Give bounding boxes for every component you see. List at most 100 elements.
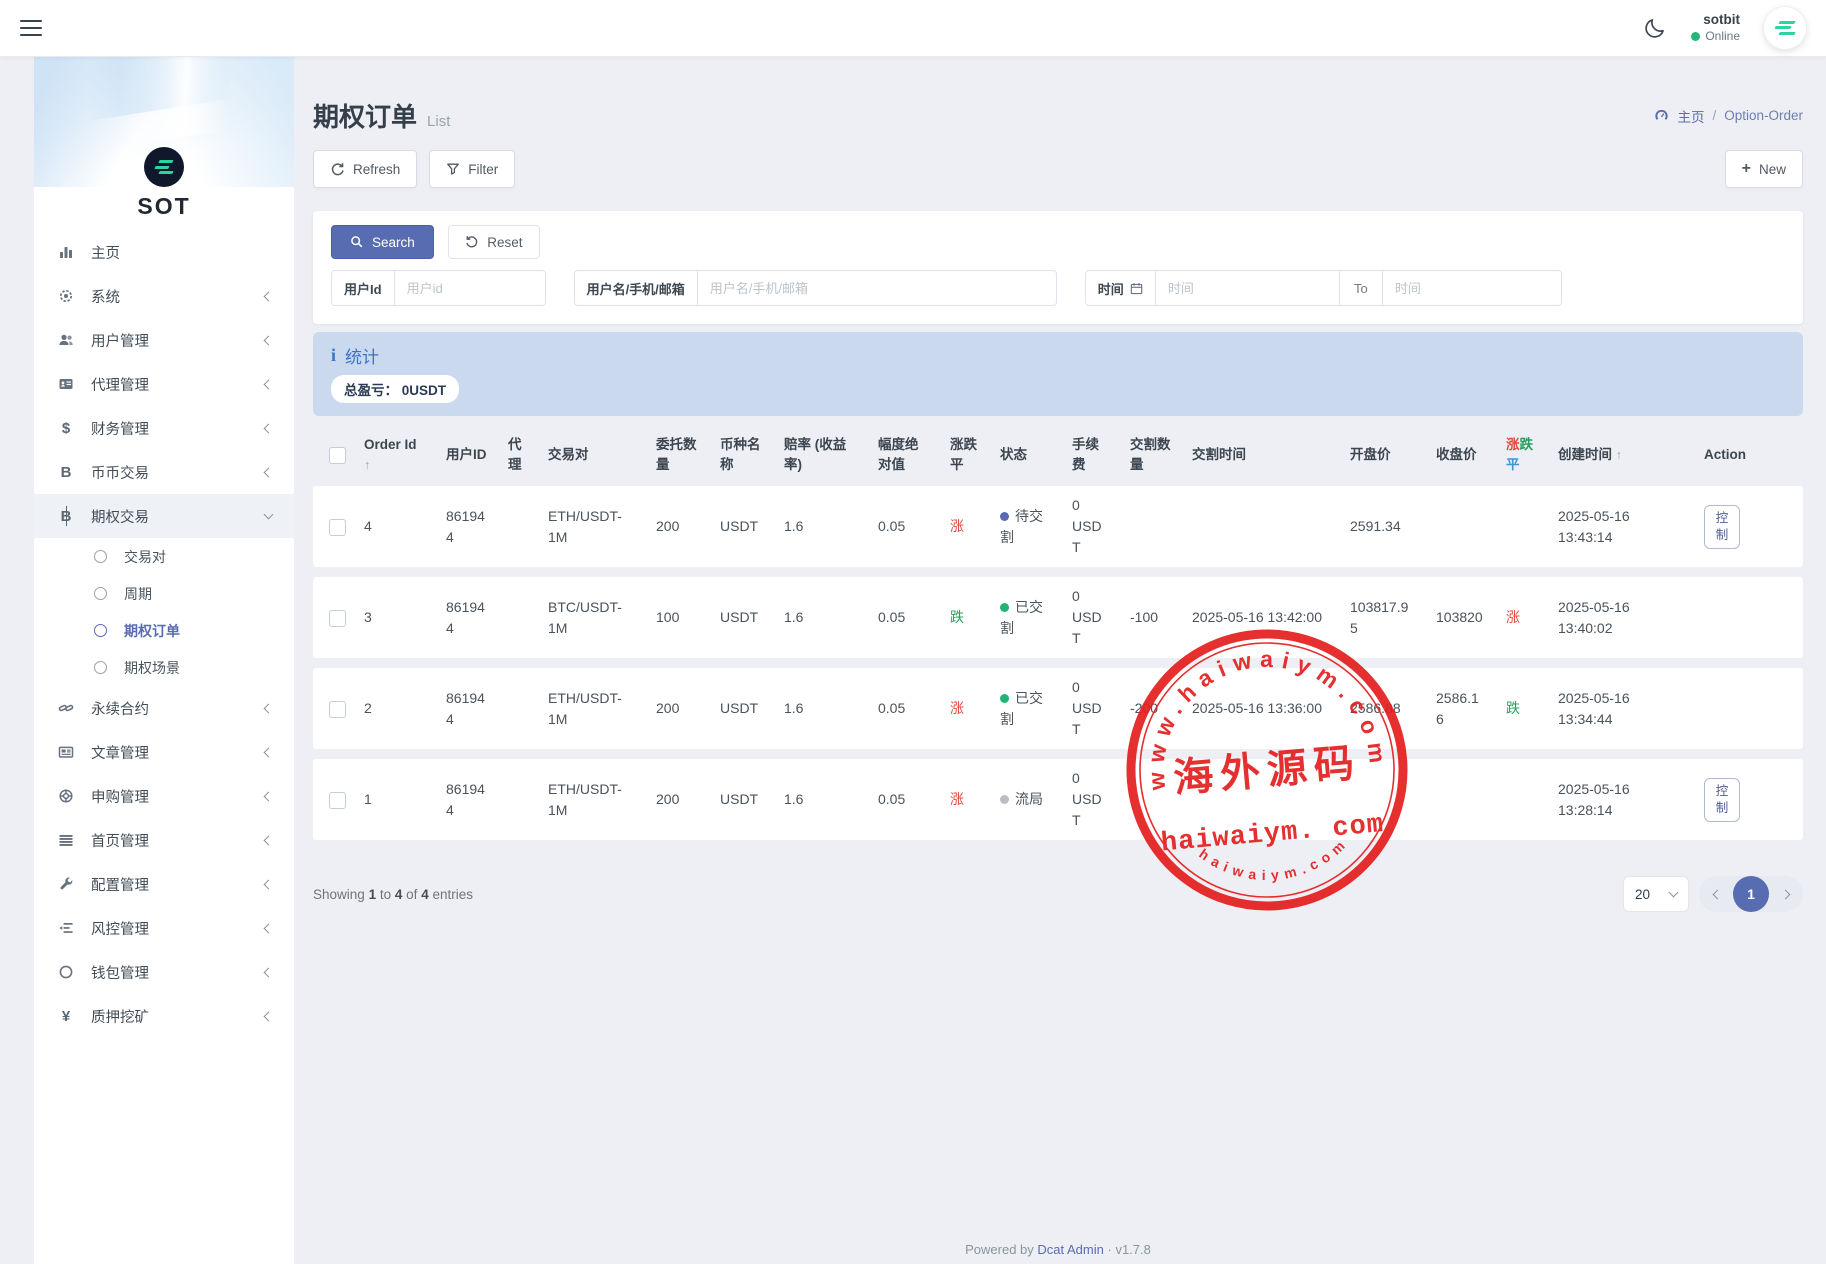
avatar[interactable] bbox=[1764, 7, 1806, 49]
header-direction: 涨跌平 bbox=[940, 433, 990, 476]
sidebar-item-option-trade[interactable]: B 期权交易 bbox=[34, 494, 294, 538]
odds-cell: 1.6 bbox=[774, 759, 868, 840]
header-created-at[interactable]: 创建时间 ↑ bbox=[1548, 433, 1694, 476]
chevron-down-icon bbox=[1669, 888, 1679, 898]
control-button[interactable]: 控制 bbox=[1704, 778, 1740, 822]
delivery-time-cell: 2025-05-16 13:36:00 bbox=[1182, 668, 1340, 749]
coin-cell: USDT bbox=[710, 577, 774, 658]
sidebar-subitem-option-order[interactable]: 期权订单 bbox=[34, 612, 294, 649]
control-button[interactable]: 控制 bbox=[1704, 505, 1740, 549]
search-button[interactable]: Search bbox=[331, 225, 434, 259]
total-pnl-badge: 总盈亏： 0USDT bbox=[331, 375, 459, 403]
next-page-button[interactable] bbox=[1772, 876, 1798, 912]
header-user-id: 用户ID bbox=[436, 433, 498, 476]
coin-cell: USDT bbox=[710, 759, 774, 840]
sidebar-item-agents[interactable]: 代理管理 bbox=[34, 362, 294, 406]
sidebar-item-label: 用户管理 bbox=[91, 330, 149, 351]
user-name-label: 用户名/手机/邮箱 bbox=[575, 271, 698, 305]
page-size-select[interactable]: 20 bbox=[1623, 876, 1689, 912]
fee-cell: 0 USDT bbox=[1062, 486, 1120, 567]
agent-cell bbox=[498, 486, 538, 567]
sidebar-item-spot-trade[interactable]: B 币币交易 bbox=[34, 450, 294, 494]
dcat-admin-link[interactable]: Dcat Admin bbox=[1037, 1242, 1103, 1257]
dark-mode-icon[interactable] bbox=[1643, 16, 1667, 40]
sidebar-item-subscription[interactable]: 申购管理 bbox=[34, 774, 294, 818]
footer-separator: · bbox=[1108, 1242, 1112, 1257]
sidebar-item-perpetual[interactable]: 永续合约 bbox=[34, 686, 294, 730]
sidebar-item-users[interactable]: 用户管理 bbox=[34, 318, 294, 362]
filter-button[interactable]: Filter bbox=[429, 150, 515, 188]
sidebar-item-homepage[interactable]: 首页管理 bbox=[34, 818, 294, 862]
sort-asc-icon: ↑ bbox=[1616, 448, 1622, 462]
chevron-left-icon bbox=[264, 835, 274, 845]
select-all-header bbox=[313, 433, 354, 476]
sidebar: SOT 主页 系统 用户管理 代理管理 bbox=[34, 57, 294, 1264]
sidebar-subitem-pairs[interactable]: 交易对 bbox=[34, 538, 294, 575]
pair-cell: ETH/USDT-1M bbox=[538, 668, 646, 749]
select-all-checkbox[interactable] bbox=[329, 447, 346, 464]
row-checkbox[interactable] bbox=[329, 519, 346, 536]
user-id-cell: 861944 bbox=[436, 577, 498, 658]
reset-icon bbox=[465, 235, 479, 249]
reset-button[interactable]: Reset bbox=[448, 225, 539, 259]
coin-b-icon: B bbox=[56, 465, 76, 480]
amplitude-cell: 0.05 bbox=[868, 577, 940, 658]
amount-cell: 200 bbox=[646, 668, 710, 749]
sidebar-item-home[interactable]: 主页 bbox=[34, 230, 294, 274]
user-name: sotbit bbox=[1691, 11, 1740, 29]
lines-icon bbox=[56, 832, 76, 848]
order-id-cell: 1 bbox=[354, 759, 436, 840]
dollar-icon: $ bbox=[56, 421, 76, 436]
sidebar-item-staking[interactable]: ¥ 质押挖矿 bbox=[34, 994, 294, 1038]
sidebar-subitem-option-scene[interactable]: 期权场景 bbox=[34, 649, 294, 686]
chart-bar-icon bbox=[56, 244, 76, 260]
table-header: Order Id↑ 用户ID 代理 交易对 委托数量 币种名称 赔率 (收益率)… bbox=[313, 433, 1803, 476]
brand-logo[interactable] bbox=[144, 147, 184, 187]
close-price-cell bbox=[1426, 486, 1496, 567]
sidebar-item-system[interactable]: 系统 bbox=[34, 274, 294, 318]
prev-page-button[interactable] bbox=[1704, 876, 1730, 912]
row-checkbox[interactable] bbox=[329, 701, 346, 718]
time-to-input[interactable] bbox=[1383, 271, 1561, 305]
page-size-value: 20 bbox=[1635, 887, 1650, 902]
sidebar-item-finance[interactable]: $ 财务管理 bbox=[34, 406, 294, 450]
delivery-qty-cell bbox=[1120, 759, 1182, 840]
user-name-input[interactable] bbox=[698, 271, 1056, 305]
direction-cell: 涨 bbox=[940, 759, 990, 840]
breadcrumb-home[interactable]: 主页 bbox=[1677, 106, 1704, 126]
sidebar-item-config[interactable]: 配置管理 bbox=[34, 862, 294, 906]
refresh-button[interactable]: Refresh bbox=[313, 150, 417, 188]
chain-icon bbox=[56, 700, 76, 716]
outdent-list-icon bbox=[56, 920, 76, 936]
sidebar-item-wallet[interactable]: 钱包管理 bbox=[34, 950, 294, 994]
sidebar-item-label: 期权交易 bbox=[91, 506, 149, 527]
status-dot-icon bbox=[1000, 603, 1009, 612]
chevron-left-icon bbox=[264, 379, 274, 389]
gear-icon bbox=[56, 288, 76, 304]
open-price-cell: 2586.88 bbox=[1340, 668, 1426, 749]
status-cell: 已交割 bbox=[990, 577, 1062, 658]
plus-icon: + bbox=[1742, 160, 1751, 178]
header-order-id[interactable]: Order Id↑ bbox=[354, 433, 436, 476]
fee-cell: 0 USDT bbox=[1062, 759, 1120, 840]
odds-cell: 1.6 bbox=[774, 668, 868, 749]
sidebar-item-risk[interactable]: 风控管理 bbox=[34, 906, 294, 950]
sidebar-subitem-period[interactable]: 周期 bbox=[34, 575, 294, 612]
row-checkbox[interactable] bbox=[329, 792, 346, 809]
time-from-input[interactable] bbox=[1156, 271, 1339, 305]
header-amplitude: 幅度绝对值 bbox=[868, 433, 940, 476]
new-button[interactable]: + New bbox=[1725, 150, 1803, 188]
user-menu[interactable]: sotbit Online bbox=[1691, 11, 1740, 44]
sort-asc-icon: ↑ bbox=[364, 458, 370, 472]
current-page-button[interactable]: 1 bbox=[1733, 876, 1769, 912]
row-checkbox[interactable] bbox=[329, 610, 346, 627]
table-footer: Showing 1 to 4 of 4 entries 20 1 bbox=[313, 876, 1803, 912]
sidebar-toggle-icon[interactable] bbox=[20, 20, 42, 36]
user-id-input[interactable] bbox=[395, 271, 545, 305]
footer: Powered by Dcat Admin · v1.7.8 bbox=[313, 1242, 1803, 1257]
chevron-down-icon bbox=[264, 510, 274, 520]
circle-o-icon bbox=[56, 964, 76, 980]
sidebar-item-articles[interactable]: 文章管理 bbox=[34, 730, 294, 774]
delivery-qty-cell: -100 bbox=[1120, 577, 1182, 658]
direction-cell: 涨 bbox=[940, 668, 990, 749]
